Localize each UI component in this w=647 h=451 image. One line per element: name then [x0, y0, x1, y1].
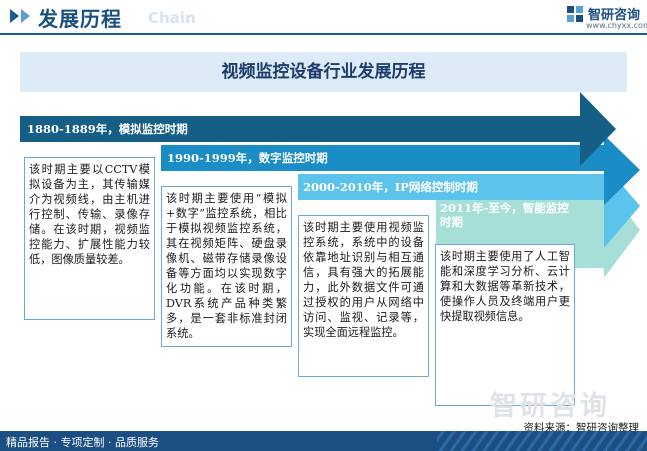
stage-1-title: 1880-1889年，模拟监控时期 — [27, 122, 188, 136]
footer-stripe — [437, 431, 647, 451]
stage-4-description: 该时期主要使用了人工智能和深度学习分析、云计算和大数据等革新技术，使操作人员及终… — [435, 244, 575, 406]
stage-3-description: 该时期主要使用视频监控系统，系统中的设备依靠地址识别与相互通信，具有强大的拓展能… — [298, 215, 429, 377]
bottom-watermark: 智研咨询 — [490, 391, 610, 422]
stage-4-title: 2011年-至今，智能监控时期 — [440, 201, 569, 229]
stage-1-description: 该时期主要以CCTV模拟设备为主，其传输媒介为视频线，由主机进行控制、传输、录像… — [24, 157, 155, 320]
stage-3-title: 2000-2010年，IP网络控制时期 — [303, 180, 478, 194]
stage-2-title: 1990-1999年，数字监控时期 — [167, 151, 328, 165]
footer-slogan: 精品报告 · 专项定制 · 品质服务 — [6, 436, 159, 449]
footer-bar: 精品报告 · 专项定制 · 品质服务 — [0, 431, 647, 451]
stage-2-description: 该时期主要使用“模拟+数字”监控系统，相比于模拟视频监控系统，其在视频矩阵、硬盘… — [161, 186, 292, 347]
